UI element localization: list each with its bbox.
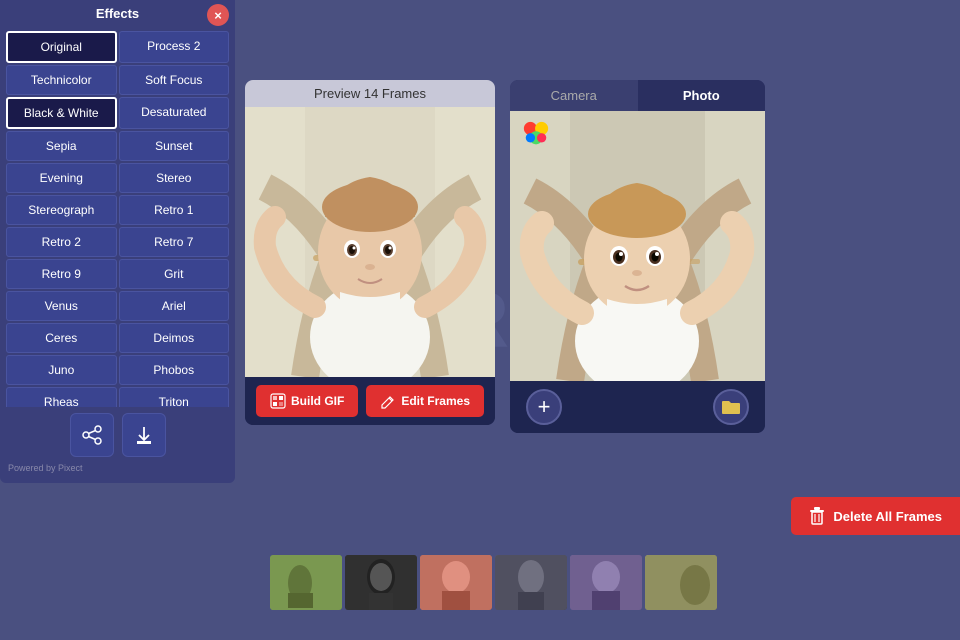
thumbnail-6[interactable] (645, 555, 717, 610)
close-button[interactable]: × (207, 4, 229, 26)
panel-actions (0, 407, 235, 461)
photo-card: Camera Photo (510, 80, 765, 433)
preview-section: Preview 14 Frames (245, 80, 495, 425)
effect-grit[interactable]: Grit (119, 259, 230, 289)
photo-section: Camera Photo (510, 80, 765, 433)
add-photo-button[interactable]: + (526, 389, 562, 425)
preview-image (245, 107, 495, 377)
delete-all-button[interactable]: Delete All Frames (791, 497, 960, 535)
effect-desaturated[interactable]: Desaturated (119, 97, 230, 129)
effect-retro2[interactable]: Retro 2 (6, 227, 117, 257)
open-folder-button[interactable] (713, 389, 749, 425)
effects-grid: Original Process 2 Technicolor Soft Focu… (0, 27, 235, 407)
share-button[interactable] (70, 413, 114, 457)
preview-title: Preview 14 Frames (245, 80, 495, 107)
build-gif-button[interactable]: Build GIF (256, 385, 358, 417)
effect-original[interactable]: Original (6, 31, 117, 63)
effect-deimos[interactable]: Deimos (119, 323, 230, 353)
delete-all-label: Delete All Frames (833, 509, 942, 524)
apple-logo-icon (522, 121, 550, 149)
camera-tab[interactable]: Camera (510, 80, 638, 111)
effect-process2[interactable]: Process 2 (119, 31, 230, 63)
preview-card: Preview 14 Frames (245, 80, 495, 425)
effect-evening[interactable]: Evening (6, 163, 117, 193)
effect-venus[interactable]: Venus (6, 291, 117, 321)
photo-image (510, 111, 765, 381)
effect-stereograph[interactable]: Stereograph (6, 195, 117, 225)
preview-actions: Build GIF Edit Frames (245, 377, 495, 425)
effect-retro7[interactable]: Retro 7 (119, 227, 230, 257)
effect-juno[interactable]: Juno (6, 355, 117, 385)
effect-ceres[interactable]: Ceres (6, 323, 117, 353)
photo-actions: + (510, 381, 765, 433)
effect-black-white[interactable]: Black & White (6, 97, 117, 129)
thumbnail-2[interactable] (345, 555, 417, 610)
effect-retro9[interactable]: Retro 9 (6, 259, 117, 289)
effect-rheas[interactable]: Rheas (6, 387, 117, 407)
effect-soft-focus[interactable]: Soft Focus (119, 65, 230, 95)
thumbnails-bar (270, 555, 717, 610)
effect-sepia[interactable]: Sepia (6, 131, 117, 161)
effect-stereo[interactable]: Stereo (119, 163, 230, 193)
effects-title: Effects (96, 6, 139, 21)
effect-triton[interactable]: Triton (119, 387, 230, 407)
effect-sunset[interactable]: Sunset (119, 131, 230, 161)
effect-retro1[interactable]: Retro 1 (119, 195, 230, 225)
photo-tab[interactable]: Photo (638, 80, 766, 111)
thumbnail-5[interactable] (570, 555, 642, 610)
thumbnail-3[interactable] (420, 555, 492, 610)
powered-by: Powered by Pixect (0, 461, 235, 475)
effect-technicolor[interactable]: Technicolor (6, 65, 117, 95)
effect-ariel[interactable]: Ariel (119, 291, 230, 321)
effect-phobos[interactable]: Phobos (119, 355, 230, 385)
effects-header: Effects × (0, 0, 235, 27)
edit-frames-button[interactable]: Edit Frames (366, 385, 484, 417)
thumbnail-4[interactable] (495, 555, 567, 610)
download-button[interactable] (122, 413, 166, 457)
tab-bar: Camera Photo (510, 80, 765, 111)
effects-panel: Effects × Original Process 2 Technicolor… (0, 0, 235, 483)
thumbnail-1[interactable] (270, 555, 342, 610)
